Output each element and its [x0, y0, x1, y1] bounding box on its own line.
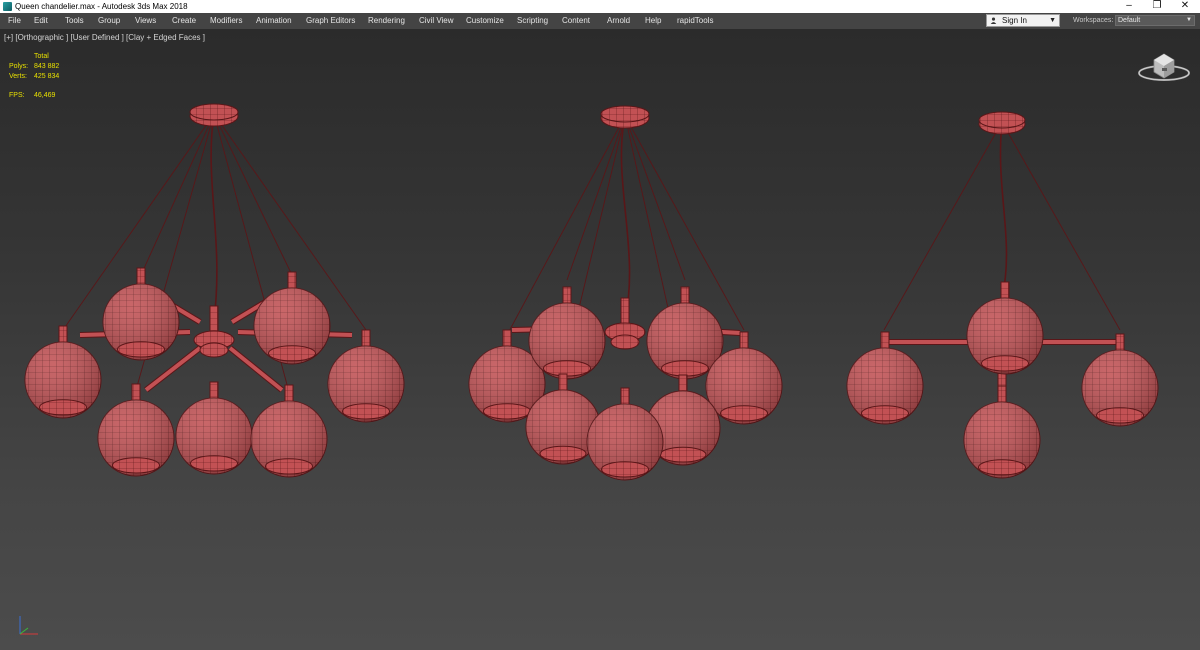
chevron-down-icon: ▼	[1186, 17, 1192, 23]
menu-rapidtools[interactable]: rapidTools	[677, 13, 713, 29]
globe-opening	[341, 403, 391, 420]
power-cord	[210, 113, 218, 321]
center-hub-lower	[199, 342, 229, 358]
menu-create[interactable]: Create	[172, 13, 196, 29]
lamp-socket	[1115, 333, 1125, 353]
menu-arnold[interactable]: Arnold	[607, 13, 630, 29]
viewport-label-menu[interactable]: [+] [Orthographic ] [User Defined ] [Cla…	[4, 33, 205, 42]
suspension-wire	[624, 115, 686, 281]
suspension-wire	[140, 113, 215, 276]
close-button[interactable]: ✕	[1170, 0, 1200, 13]
chandelier-scene[interactable]	[0, 30, 1200, 650]
stats-fps-label: FPS:	[9, 92, 25, 99]
center-stem	[620, 297, 630, 325]
lamp-socket	[209, 381, 219, 401]
globe-opening	[719, 405, 769, 422]
chevron-down-icon: ▼	[1049, 17, 1056, 24]
lamp-socket	[558, 373, 568, 393]
menu-views[interactable]: Views	[135, 13, 156, 29]
minimize-button[interactable]: –	[1114, 0, 1144, 13]
power-cord	[620, 115, 631, 321]
menu-rendering[interactable]: Rendering	[368, 13, 405, 29]
globe-opening	[660, 360, 710, 377]
globe-opening	[980, 355, 1030, 372]
lamp-socket	[680, 286, 690, 306]
menu-group[interactable]: Group	[98, 13, 120, 29]
menu-help[interactable]: Help	[645, 13, 661, 29]
stats-verts-label: Verts:	[9, 73, 27, 80]
title-bar: Queen chandelier.max - Autodesk 3ds Max …	[0, 0, 1200, 13]
menu-scripting[interactable]: Scripting	[517, 13, 548, 29]
menu-content[interactable]: Content	[562, 13, 590, 29]
suspension-wire	[566, 115, 626, 281]
canopy-top	[189, 103, 239, 121]
lamp-socket	[131, 383, 141, 403]
globe-opening	[977, 459, 1027, 476]
workspace-value: Default	[1118, 17, 1141, 24]
restore-button[interactable]: ❐	[1142, 0, 1172, 13]
statistics-overlay: Total Polys: 843 882 Verts: 425 834 FPS:…	[9, 52, 79, 101]
menu-tools[interactable]: Tools	[65, 13, 84, 29]
menu-animation[interactable]: Animation	[256, 13, 292, 29]
canopy-top	[978, 111, 1026, 129]
suspension-wire	[213, 113, 293, 276]
user-icon	[990, 17, 997, 24]
lamp-socket	[502, 329, 512, 349]
menu-graph-editors[interactable]: Graph Editors	[306, 13, 355, 29]
globe-opening	[539, 445, 587, 462]
canopy-top	[600, 105, 650, 123]
app-icon	[3, 2, 12, 11]
globe-opening	[267, 345, 317, 362]
stats-polys-label: Polys:	[9, 63, 29, 70]
globe-opening	[264, 458, 314, 475]
globe-opening	[189, 455, 239, 472]
lamp-socket	[58, 325, 68, 345]
lamp-socket	[284, 384, 294, 404]
workspace-select[interactable]: Default ▼	[1115, 15, 1195, 26]
stats-polys-value: 843 882	[34, 63, 60, 70]
lamp-socket	[678, 374, 688, 394]
suspension-wire	[883, 121, 1003, 331]
globe-opening	[659, 446, 707, 463]
globe-opening	[116, 341, 166, 358]
menu-edit[interactable]: Edit	[34, 13, 48, 29]
globe-opening	[600, 461, 650, 478]
stats-fps-value: 46,469	[34, 92, 56, 99]
center-stem	[209, 305, 219, 333]
lamp-socket	[997, 385, 1007, 405]
lamp-socket	[136, 267, 146, 287]
power-cord	[999, 121, 1008, 299]
menu-modifiers[interactable]: Modifiers	[210, 13, 242, 29]
menu-customize[interactable]: Customize	[466, 13, 504, 29]
globe-opening	[111, 457, 161, 474]
lamp-socket	[361, 329, 371, 349]
viewcube-icon[interactable]	[1136, 48, 1192, 84]
menu-file[interactable]: File	[8, 13, 21, 29]
globe-opening	[860, 405, 910, 422]
globe-opening	[482, 403, 532, 420]
globe-opening	[1095, 407, 1145, 424]
lamp-socket	[880, 331, 890, 351]
globe-opening	[38, 399, 88, 416]
center-hub-lower	[610, 334, 640, 350]
workspaces-label: Workspaces:	[1073, 17, 1114, 24]
window-title: Queen chandelier.max - Autodesk 3ds Max …	[15, 2, 188, 11]
lamp-socket	[620, 387, 630, 407]
stats-total-label: Total	[34, 53, 49, 60]
lamp-socket	[739, 331, 749, 351]
suspension-wire	[1001, 121, 1121, 331]
menu-civil-view[interactable]: Civil View	[419, 13, 454, 29]
sign-in-label: Sign In	[1002, 16, 1027, 25]
sign-in-dropdown[interactable]: Sign In ▼	[986, 14, 1060, 27]
lamp-socket	[287, 271, 297, 291]
lamp-socket	[562, 286, 572, 306]
perspective-viewport[interactable]: [+] [Orthographic ] [User Defined ] [Cla…	[0, 30, 1200, 650]
stats-verts-value: 425 834	[34, 73, 60, 80]
axis-gizmo-icon	[19, 616, 38, 635]
lamp-socket	[1000, 281, 1010, 301]
